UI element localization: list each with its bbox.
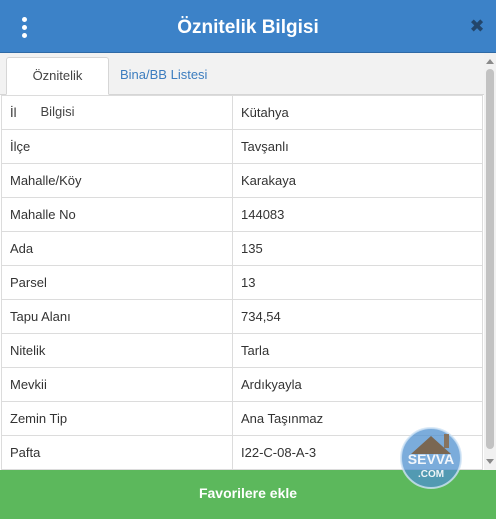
attribute-key: Pafta	[1, 435, 233, 470]
attribute-value: 734,54	[232, 299, 483, 334]
attribute-table-container: İl Kütahya İlçe Tavşanlı Mahalle/Köy Kar…	[0, 95, 484, 470]
attribute-key: İl	[1, 95, 233, 130]
table-row: Parsel 13	[1, 265, 483, 300]
attribute-key: Parsel	[1, 265, 233, 300]
attribute-value: Tavşanlı	[232, 129, 483, 164]
table-row: İlçe Tavşanlı	[1, 129, 483, 164]
watermark-text-top: SEVVA	[408, 451, 454, 467]
attribute-value: Tarla	[232, 333, 483, 368]
attribute-info-dialog: Öznitelik Bilgisi ✖ Öznitelik Bilgisi Bi…	[0, 0, 496, 519]
dialog-title: Öznitelik Bilgisi	[177, 17, 319, 38]
table-row: İl Kütahya	[1, 95, 483, 130]
scroll-down-arrow-icon[interactable]	[486, 459, 494, 464]
dialog-header: Öznitelik Bilgisi ✖	[0, 0, 496, 53]
tab-attribute-info[interactable]: Öznitelik Bilgisi	[6, 57, 109, 119]
table-row: Nitelik Tarla	[1, 333, 483, 368]
attribute-key: Mevkii	[1, 367, 233, 402]
scroll-up-arrow-icon[interactable]	[486, 59, 494, 64]
attribute-key: İlçe	[1, 129, 233, 164]
scrollbar-thumb[interactable]	[486, 69, 494, 449]
watermark-text-bottom: .COM	[418, 469, 444, 480]
table-row: Mahalle/Köy Karakaya	[1, 163, 483, 198]
vertical-scrollbar[interactable]	[484, 53, 496, 470]
attribute-value: 13	[232, 265, 483, 300]
table-row: Mevkii Ardıkyayla	[1, 367, 483, 402]
table-row: Ada 135	[1, 231, 483, 266]
attribute-value: 144083	[232, 197, 483, 232]
tab-building-list[interactable]: Bina/BB Listesi	[112, 57, 215, 95]
attribute-key: Zemin Tip	[1, 401, 233, 436]
close-icon[interactable]: ✖	[468, 16, 486, 36]
attribute-key: Mahalle No	[1, 197, 233, 232]
attribute-key: Nitelik	[1, 333, 233, 368]
attribute-value: Karakaya	[232, 163, 483, 198]
attribute-table: İl Kütahya İlçe Tavşanlı Mahalle/Köy Kar…	[1, 95, 483, 470]
attribute-value: Kütahya	[232, 95, 483, 130]
attribute-value: 135	[232, 231, 483, 266]
attribute-value: Ardıkyayla	[232, 367, 483, 402]
sevva-watermark-logo: SEVVA .COM	[400, 427, 462, 489]
tab-bar: Öznitelik Bilgisi Bina/BB Listesi	[0, 53, 484, 119]
attribute-key: Mahalle/Köy	[1, 163, 233, 198]
attribute-key: Tapu Alanı	[1, 299, 233, 334]
table-row: Tapu Alanı 734,54	[1, 299, 483, 334]
table-row: Mahalle No 144083	[1, 197, 483, 232]
attribute-key: Ada	[1, 231, 233, 266]
